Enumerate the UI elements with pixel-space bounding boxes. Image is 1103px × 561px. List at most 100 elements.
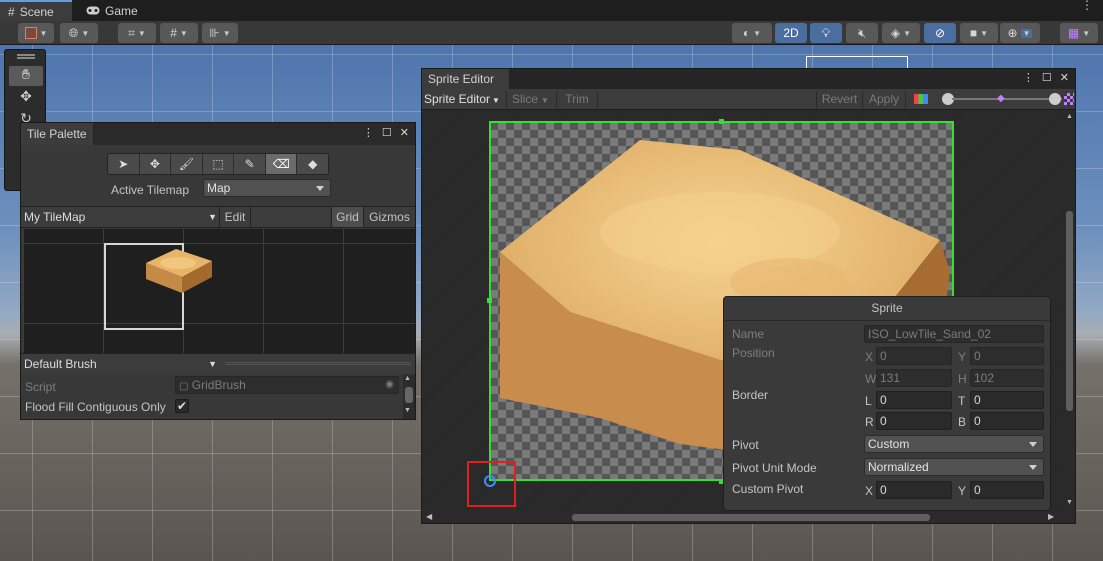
eraser-icon[interactable]: ⌫ xyxy=(265,154,298,174)
canvas-vertical-scrollbar[interactable]: ▲ ▼ xyxy=(1064,111,1075,511)
apply-label: Apply xyxy=(868,92,900,106)
object-picker-icon[interactable]: ◉ xyxy=(385,377,394,393)
sphere-icon: ◐ xyxy=(742,26,751,40)
gizmos-toggle[interactable]: Gizmos xyxy=(363,207,415,227)
inspector-scrollbar[interactable]: ▲ ▼ xyxy=(403,375,415,419)
alpha-toggle-icon[interactable] xyxy=(1064,93,1074,105)
shading-mode-button[interactable]: ◐ ▼ xyxy=(732,23,772,43)
zoom-slider-track[interactable] xyxy=(952,98,1062,100)
draw-mode-button[interactable]: ▼ xyxy=(18,23,54,43)
active-tilemap-label: Active Tilemap xyxy=(111,183,190,197)
move-tool-icon[interactable]: ✥ xyxy=(9,88,43,108)
tab-scene[interactable]: # Scene xyxy=(0,0,72,21)
speaker-muted-icon: 🔇︎ xyxy=(858,25,866,40)
scroll-right-icon[interactable]: ▶ xyxy=(1048,512,1054,521)
border-r-field[interactable]: 0 xyxy=(876,412,952,430)
position-x-field[interactable]: 0 xyxy=(876,347,952,365)
color-channel-icon[interactable] xyxy=(914,94,928,104)
move-tool-icon[interactable]: ✥ xyxy=(140,154,172,174)
effects-button[interactable]: ◈ ▼ xyxy=(882,23,920,43)
global-local-button[interactable]: 🌐︎ ▼ xyxy=(60,23,98,43)
height-field[interactable]: 102 xyxy=(970,369,1044,387)
grid-snap-button[interactable]: # ▼ xyxy=(160,23,198,43)
checkmark-icon: ✔ xyxy=(176,399,188,413)
palette-grid-area[interactable] xyxy=(23,229,415,353)
pivot-unit-mode-dropdown[interactable]: Normalized xyxy=(864,458,1044,476)
increment-snap-button[interactable]: ⊪ ▼ xyxy=(202,23,238,43)
revert-button[interactable]: Revert xyxy=(816,91,862,108)
gizmos-button[interactable]: ⊕ ▼ xyxy=(1000,23,1040,43)
flood-fill-checkbox[interactable]: ✔ xyxy=(175,399,189,413)
tab-game[interactable]: Game xyxy=(78,0,148,21)
snap-button[interactable]: ⌗ ▼ xyxy=(118,23,156,43)
more-options-icon[interactable]: ⋮ xyxy=(363,126,374,139)
2d-label: 2D xyxy=(783,26,799,40)
palette-dropdown[interactable]: My TileMap ▼ xyxy=(21,207,219,227)
pivot-dropdown[interactable]: Custom xyxy=(864,435,1044,453)
hidden-objects-toggle[interactable]: ⊘ xyxy=(924,23,956,43)
tab-game-label: Game xyxy=(105,3,138,18)
scrollbar-thumb[interactable] xyxy=(405,387,413,403)
more-options-icon[interactable]: ⋮ xyxy=(1081,0,1093,11)
border-t-field[interactable]: 0 xyxy=(970,391,1044,409)
script-field[interactable]: ▢ GridBrush ◉ xyxy=(175,376,399,394)
scroll-down-icon[interactable]: ▼ xyxy=(1066,499,1073,506)
layers-button[interactable]: ▦ ▼ xyxy=(1060,23,1098,43)
custom-pivot-x-field[interactable]: 0 xyxy=(876,481,952,499)
border-l-value: 0 xyxy=(880,393,887,407)
resize-handle-top[interactable] xyxy=(719,119,724,124)
custom-pivot-y-field[interactable]: 0 xyxy=(970,481,1044,499)
scene-view[interactable]: ✋︎ ✥ ↻ ▣ ⬚ ⊞ Tile Palette ⋮ ☐ ✕ ➤ ✥ 🖌︎ ⬚… xyxy=(0,45,1103,561)
pivot-unit-mode-label: Pivot Unit Mode xyxy=(732,461,817,475)
width-value: 131 xyxy=(880,371,901,385)
fill-bucket-icon[interactable]: ◆ xyxy=(297,154,328,174)
vertical-scroll-thumb[interactable] xyxy=(1066,211,1073,411)
scroll-up-icon[interactable]: ▲ xyxy=(404,375,411,382)
border-b-field[interactable]: 0 xyxy=(970,412,1044,430)
custom-pivot-x-label: X xyxy=(865,484,874,498)
hand-tool-icon[interactable]: ✋︎ xyxy=(9,66,43,86)
resize-handle-left[interactable] xyxy=(487,298,492,303)
tile-palette-tab[interactable]: Tile Palette xyxy=(21,123,94,145)
2d-toggle[interactable]: 2D xyxy=(775,23,807,43)
splitter-handle[interactable] xyxy=(225,362,411,365)
editor-mode-dropdown[interactable]: Sprite Editor ▼ xyxy=(424,91,500,108)
sprite-canvas[interactable]: Sprite Name ISO_LowTile_Sand_02 Position… xyxy=(422,111,1064,511)
trim-button[interactable]: Trim xyxy=(556,91,598,108)
scroll-down-icon[interactable]: ▼ xyxy=(404,407,411,414)
lightbulb-icon: 💡︎ xyxy=(821,25,831,40)
lighting-toggle[interactable]: 💡︎ xyxy=(810,23,842,43)
close-icon[interactable]: ✕ xyxy=(400,126,409,139)
scroll-up-icon[interactable]: ▲ xyxy=(1066,113,1073,120)
canvas-horizontal-scrollbar[interactable]: ◀ ▶ xyxy=(422,511,1075,523)
picker-icon[interactable]: ✎ xyxy=(234,154,266,174)
more-options-icon[interactable]: ⋮ xyxy=(1023,71,1034,84)
apply-button[interactable]: Apply xyxy=(862,91,906,108)
position-y-field[interactable]: 0 xyxy=(970,347,1044,365)
maximize-icon[interactable]: ☐ xyxy=(1042,71,1052,84)
name-field[interactable]: ISO_LowTile_Sand_02 xyxy=(864,325,1044,343)
camera-button[interactable]: ■ ▼ xyxy=(960,23,998,43)
audio-toggle[interactable]: 🔇︎ xyxy=(846,23,878,43)
horizontal-scroll-thumb[interactable] xyxy=(572,514,930,521)
sand-tile[interactable] xyxy=(142,243,216,298)
select-tool-icon[interactable]: ➤ xyxy=(108,154,140,174)
paint-brush-icon[interactable]: 🖌︎ xyxy=(171,154,203,174)
position-x-value: 0 xyxy=(880,349,887,363)
edit-button[interactable]: Edit xyxy=(219,207,251,227)
width-field[interactable]: 131 xyxy=(876,369,952,387)
drag-handle-icon[interactable] xyxy=(17,54,35,56)
brush-dropdown[interactable]: Default Brush ▼ xyxy=(21,354,219,374)
pivot-handle-icon[interactable] xyxy=(484,475,496,487)
border-l-field[interactable]: 0 xyxy=(876,391,952,409)
maximize-icon[interactable]: ☐ xyxy=(382,126,392,139)
sprite-editor-tab[interactable]: Sprite Editor xyxy=(422,69,510,89)
gizmos-label: Gizmos xyxy=(369,210,410,224)
grid-toggle[interactable]: Grid xyxy=(331,207,363,227)
close-icon[interactable]: ✕ xyxy=(1060,71,1069,84)
active-tilemap-dropdown[interactable]: Map xyxy=(203,179,331,197)
zoom-slider-handle-right[interactable] xyxy=(1049,93,1061,105)
box-fill-icon[interactable]: ⬚ xyxy=(203,154,235,174)
scroll-left-icon[interactable]: ◀ xyxy=(426,512,432,521)
slice-dropdown[interactable]: Slice ▼ xyxy=(506,91,556,108)
